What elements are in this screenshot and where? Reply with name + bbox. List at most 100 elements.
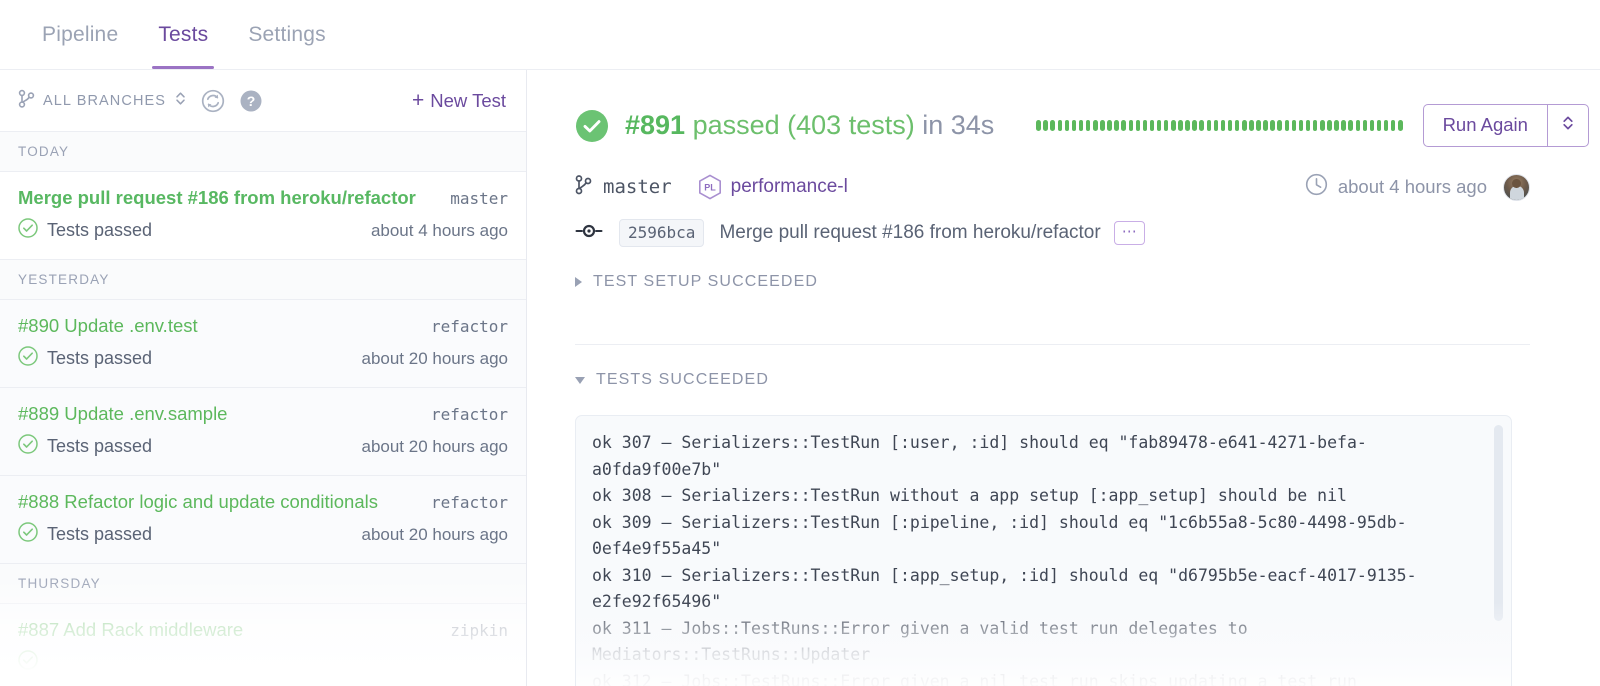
pipeline-name-link[interactable]: performance-l [731, 176, 848, 198]
commit-more-button[interactable]: ⋯ [1113, 221, 1145, 245]
test-dot [1390, 120, 1396, 131]
test-dot [1149, 120, 1155, 131]
log-text: ok 307 — Serializers::TestRun [:user, :i… [592, 433, 1417, 686]
test-dot [1036, 120, 1041, 131]
pipeline-badge-icon: PL [698, 173, 722, 201]
run-item-time: about 4 hours ago [370, 220, 508, 240]
run-item-status: Tests passed [47, 348, 153, 368]
test-run-list-item[interactable]: #888 Refactor logic and update condition… [0, 476, 526, 564]
run-item-title-row: #888 Refactor logic and update condition… [18, 491, 508, 513]
test-dot [1199, 120, 1204, 131]
nav-tab-list: Pipeline Tests Settings [0, 0, 1600, 69]
git-branch-icon [18, 89, 35, 113]
branch-info[interactable]: master [575, 174, 672, 200]
check-circle-icon [18, 346, 38, 371]
check-circle-icon [575, 109, 609, 143]
test-dot [1057, 120, 1063, 131]
test-dot [1071, 120, 1077, 131]
check-circle-icon [18, 650, 38, 675]
test-run-list-item[interactable]: #887 Add Rack middleware zipkin [0, 604, 526, 686]
check-circle-icon [18, 522, 38, 547]
avatar[interactable] [1503, 173, 1530, 201]
chevron-down-icon [575, 376, 585, 384]
test-dot [1383, 120, 1389, 131]
run-item-status-row: Tests passed about 20 hours ago [18, 434, 508, 459]
commit-sha[interactable]: 2596bca [619, 219, 705, 247]
test-dot [1234, 120, 1240, 131]
section-tests-succeeded-title: TESTS SUCCEEDED [596, 371, 769, 388]
run-item-branch: refactor [430, 493, 508, 512]
test-progress-dots [1036, 116, 1403, 136]
help-icon[interactable]: ? [239, 89, 263, 113]
run-item-branch: refactor [430, 405, 508, 424]
run-duration: in 34s [914, 110, 995, 140]
tab-pipeline[interactable]: Pipeline [22, 0, 138, 69]
test-run-list-item[interactable]: Merge pull request #186 from heroku/refa… [0, 172, 526, 260]
run-item-status-row: Tests passed about 20 hours ago [18, 346, 508, 371]
run-item-status: Tests passed [47, 220, 153, 240]
test-dot [1050, 120, 1055, 131]
branch-filter-dropdown[interactable]: ALL BRANCHES [18, 89, 187, 113]
commit-row: 2596bca Merge pull request #186 from her… [528, 201, 1600, 247]
run-item-title: #888 Refactor logic and update condition… [18, 491, 378, 512]
run-timestamp: about 4 hours ago [1305, 173, 1487, 201]
run-item-title: #889 Update .env.sample [18, 403, 228, 424]
branch-filter-label: ALL BRANCHES [43, 92, 167, 109]
new-test-button[interactable]: + New Test [412, 90, 506, 112]
test-output-log[interactable]: ok 307 — Serializers::TestRun [:user, :i… [575, 415, 1512, 686]
test-dot [1348, 120, 1353, 131]
run-headline: #891 passed (403 tests) in 34s [625, 110, 994, 141]
new-test-label: New Test [430, 89, 506, 111]
run-item-time: about 20 hours ago [361, 524, 508, 544]
section-tests-succeeded-header[interactable]: TESTS SUCCEEDED [575, 371, 1530, 415]
test-run-detail-panel: #891 passed (403 tests) in 34s Run Again [528, 70, 1600, 686]
chevron-right-icon [575, 277, 582, 287]
test-dot [1171, 120, 1176, 131]
test-dot [1206, 120, 1212, 131]
section-test-setup-title: TEST SETUP SUCCEEDED [593, 273, 819, 290]
refresh-icon[interactable] [201, 89, 225, 113]
test-dot [1178, 120, 1183, 131]
test-dot [1128, 120, 1133, 131]
test-dot [1312, 120, 1318, 131]
log-scrollbar-track[interactable] [1494, 424, 1503, 686]
tab-settings[interactable]: Settings [228, 0, 345, 69]
test-dot [1192, 120, 1197, 131]
run-item-title: Merge pull request #186 from heroku/refa… [18, 187, 416, 208]
run-item-title-row: Merge pull request #186 from heroku/refa… [18, 187, 508, 209]
chevron-up-down-icon [174, 90, 187, 112]
chevron-up-down-icon [1561, 114, 1575, 137]
section-test-setup: TEST SETUP SUCCEEDED [575, 247, 1530, 317]
run-item-time: about 20 hours ago [361, 436, 508, 456]
test-dot [1327, 120, 1332, 131]
run-item-status-row: Tests passed about 20 hours ago [18, 522, 508, 547]
log-scrollbar-thumb[interactable] [1494, 425, 1503, 621]
test-dot [1334, 120, 1339, 131]
day-group-header: YESTERDAY [0, 260, 526, 300]
test-dot [1398, 120, 1403, 131]
run-item-branch: zipkin [450, 621, 508, 640]
test-dot [1369, 120, 1375, 131]
test-dot [1263, 120, 1268, 131]
test-dot [1320, 120, 1325, 131]
run-result: passed (403 tests) [692, 110, 915, 140]
test-dot [1121, 120, 1126, 131]
section-test-setup-header[interactable]: TEST SETUP SUCCEEDED [575, 273, 1530, 317]
test-run-list-item[interactable]: #890 Update .env.test refactor Tests passe… [0, 300, 526, 388]
test-dot [1163, 120, 1169, 131]
run-item-time: about 20 hours ago [361, 348, 508, 368]
run-item-title-row: #890 Update .env.test refactor [18, 315, 508, 337]
test-dot [1220, 120, 1226, 131]
test-dot [1078, 120, 1084, 131]
run-item-branch: master [450, 189, 508, 208]
run-item-branch: refactor [430, 317, 508, 336]
run-again-button[interactable]: Run Again [1422, 104, 1547, 147]
tab-tests[interactable]: Tests [138, 0, 228, 69]
run-meta-row: master PL performance-l about 4 hours ag… [528, 147, 1600, 201]
test-run-list-item[interactable]: #889 Update .env.sample refactor Tests pas… [0, 388, 526, 476]
test-dot [1114, 120, 1119, 131]
run-header: #891 passed (403 tests) in 34s Run Again [528, 70, 1600, 147]
test-dot [1227, 120, 1233, 131]
run-again-dropdown-button[interactable] [1546, 104, 1589, 147]
run-again-button-group: Run Again [1422, 104, 1589, 147]
